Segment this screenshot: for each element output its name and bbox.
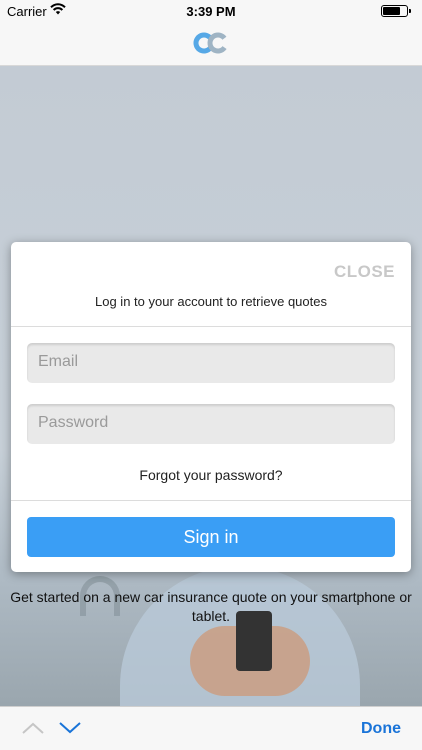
clock: 3:39 PM [186,4,236,19]
modal-title: Log in to your account to retrieve quote… [95,294,327,309]
battery-icon [381,5,411,17]
chevron-up-icon[interactable] [21,720,45,741]
navigation-bar [0,22,422,66]
divider [11,326,411,327]
done-button[interactable]: Done [361,720,401,738]
forgot-password-link[interactable]: Forgot your password? [11,467,411,483]
close-button[interactable]: CLOSE [334,262,395,282]
chevron-down-icon[interactable] [58,720,82,741]
cc-logo-icon [193,31,229,55]
sign-in-button[interactable]: Sign in [27,517,395,557]
keyboard-toolbar: Done [0,706,422,750]
email-field[interactable]: Email [27,343,395,383]
status-bar: Carrier 3:39 PM [0,0,422,22]
divider [11,500,411,501]
login-modal: CLOSE Log in to your account to retrieve… [11,242,411,572]
promo-text: Get started on a new car insurance quote… [10,589,412,624]
password-field[interactable]: Password [27,404,395,444]
